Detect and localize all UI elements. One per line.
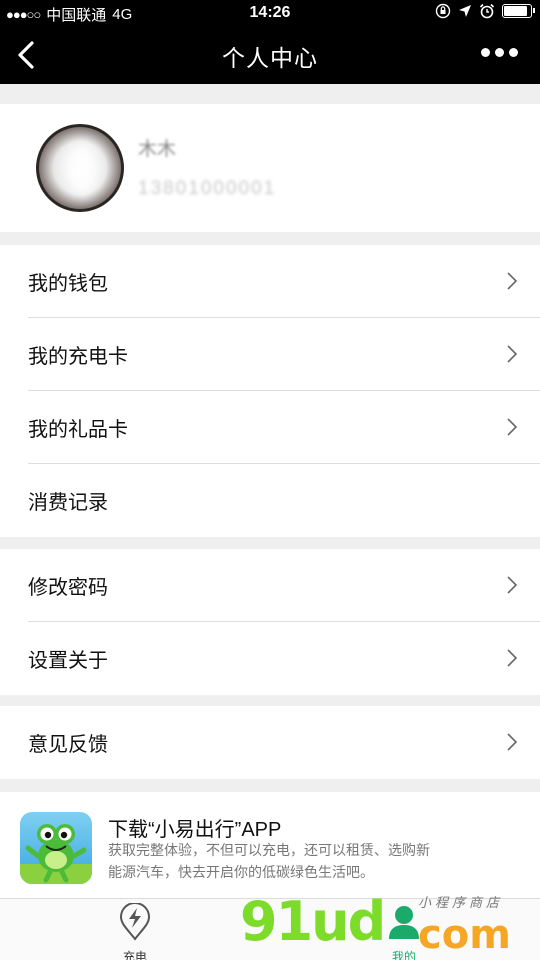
avatar[interactable]	[36, 124, 124, 212]
menu-group-feedback: 意见反馈	[0, 706, 540, 779]
app-logo-frog-icon[interactable]	[20, 812, 92, 884]
status-right	[435, 3, 535, 19]
menu-item-label: 设置关于	[28, 650, 108, 672]
menu-item-label: 意见反馈	[28, 734, 108, 756]
profile-name: 木木	[138, 139, 177, 160]
watermark-main: 91ud	[240, 890, 386, 953]
download-app-banner[interactable]: 下载“小易出行”APP 获取完整体验，不但可以充电，还可以租赁、选购新能源汽车，…	[0, 792, 540, 898]
chevron-right-icon	[507, 418, 518, 436]
chevron-right-icon	[507, 272, 518, 290]
menu-item-label: 我的礼品卡	[28, 419, 128, 441]
status-bar: ●●●○○ 中国联通 4G 14:26	[0, 0, 540, 26]
location-arrow-icon	[459, 5, 471, 17]
watermark-sub: 小程序商店	[418, 895, 504, 910]
more-dots-icon[interactable]	[481, 48, 518, 57]
profile-phone: 13801000001	[138, 178, 277, 199]
menu-group-settings: 修改密码 设置关于	[0, 549, 540, 695]
menu-item-change-password[interactable]: 修改密码	[0, 549, 540, 622]
chevron-right-icon	[507, 733, 518, 751]
battery-fill	[504, 6, 527, 16]
profile-card[interactable]: 木木 13801000001	[0, 104, 540, 232]
watermark: 91ud 小程序商店 com	[240, 890, 540, 960]
menu-item-settings-about[interactable]: 设置关于	[0, 622, 540, 695]
battery-icon	[502, 4, 535, 18]
menu-item-label: 我的充电卡	[28, 346, 128, 368]
chevron-right-icon	[507, 649, 518, 667]
alarm-icon	[479, 3, 495, 19]
menu-item-feedback[interactable]: 意见反馈	[0, 706, 540, 779]
orientation-lock-icon	[435, 3, 451, 19]
more-dot	[495, 48, 504, 57]
banner-title: 下载“小易出行”APP	[108, 819, 282, 841]
charging-pin-icon	[119, 902, 151, 941]
menu-item-gift-card[interactable]: 我的礼品卡	[0, 391, 540, 464]
nav-bar: 个人中心	[0, 26, 540, 84]
chevron-right-icon	[507, 576, 518, 594]
more-dot	[481, 48, 490, 57]
menu-item-consumption-records[interactable]: 消费记录	[0, 464, 540, 537]
more-dot	[509, 48, 518, 57]
menu-item-charging-card[interactable]: 我的充电卡	[0, 318, 540, 391]
menu-item-label: 我的钱包	[28, 273, 108, 295]
chevron-right-icon	[507, 345, 518, 363]
menu-item-label: 消费记录	[28, 492, 108, 514]
watermark-com: com	[418, 912, 511, 958]
menu-group-account: 我的钱包 我的充电卡 我的礼品卡 消费记录	[0, 245, 540, 537]
menu-item-wallet[interactable]: 我的钱包	[0, 245, 540, 318]
menu-item-label: 修改密码	[28, 577, 108, 599]
page-title: 个人中心	[222, 45, 318, 71]
banner-description: 获取完整体验，不但可以充电，还可以租赁、选购新能源汽车，快去开启你的低碳绿色生活…	[108, 842, 430, 880]
frog-mascot-icon	[20, 824, 92, 884]
tab-label: 充电	[122, 950, 147, 960]
tab-charging[interactable]: 充电	[112, 902, 158, 960]
